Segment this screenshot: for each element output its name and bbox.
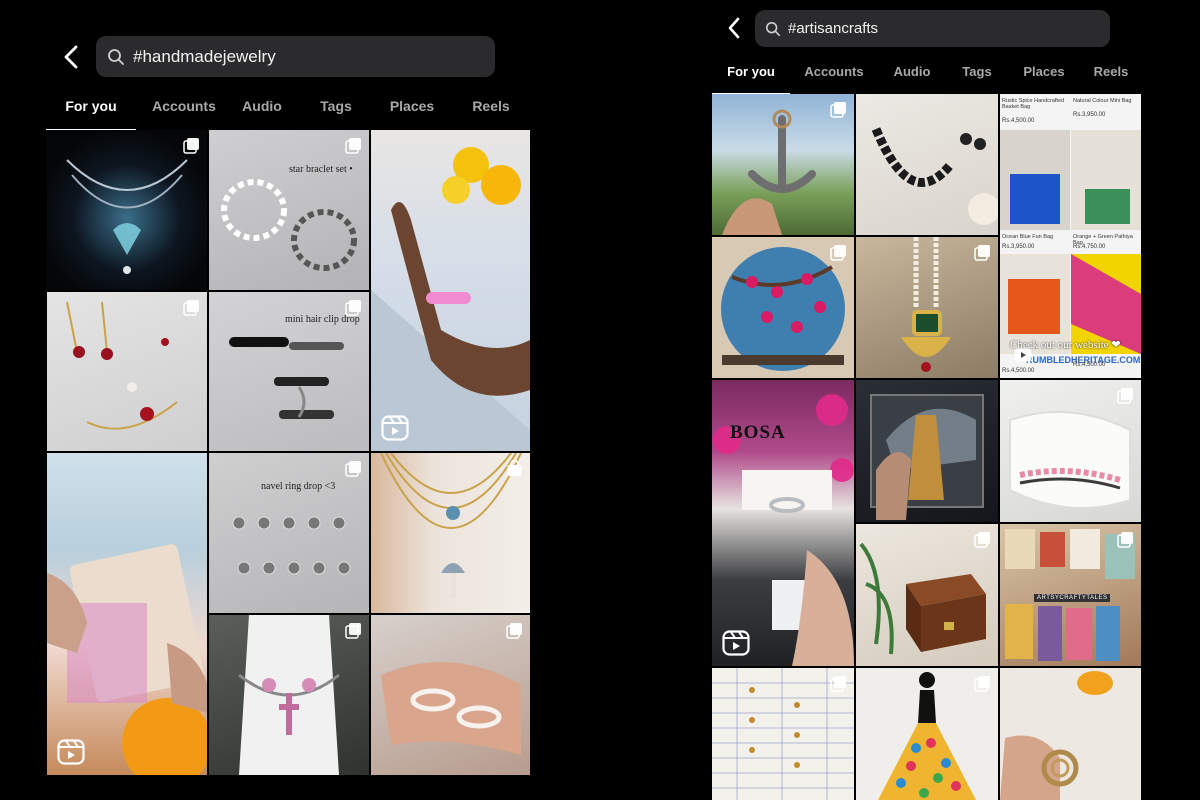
- chevron-left-icon: [64, 45, 78, 69]
- post-handwritten-chart[interactable]: [712, 668, 854, 800]
- tab-accounts[interactable]: Accounts: [790, 60, 878, 94]
- post-brass-tool-lace[interactable]: [856, 380, 998, 522]
- tab-tags[interactable]: Tags: [292, 92, 380, 130]
- shop-bag-icon: [506, 459, 523, 477]
- search-query: #handmadejewelry: [133, 46, 276, 66]
- search-input[interactable]: #artisancrafts: [755, 10, 1110, 47]
- tab-accounts[interactable]: Accounts: [136, 92, 232, 130]
- carousel-icon: [1117, 387, 1134, 404]
- reels-icon: [57, 739, 85, 765]
- tab-places[interactable]: Places: [380, 92, 444, 130]
- carousel-icon: [183, 137, 200, 154]
- product-title: Rustic Spice Handcrafted Basket Bag: [1002, 98, 1065, 110]
- carousel-icon: [345, 137, 362, 154]
- post-overlay-text: navel ring drop <3: [261, 481, 336, 492]
- product-title: Ocean Blue Fun Bag: [1002, 234, 1054, 240]
- post-painted-cherry-blossom-plate[interactable]: [712, 237, 854, 378]
- tab-reels[interactable]: Reels: [444, 92, 538, 130]
- post-mini-hair-clip-drop[interactable]: mini hair clip drop: [209, 292, 369, 451]
- post-crystal-heart-necklace[interactable]: [47, 130, 207, 290]
- post-overlay-text: ARTSYCRAFTYTALES: [1034, 594, 1111, 602]
- carousel-icon: [506, 622, 523, 639]
- search-icon: [755, 10, 791, 47]
- back-button[interactable]: [56, 42, 86, 72]
- carousel-icon: [345, 622, 362, 639]
- brand-logo: BOSA: [730, 422, 786, 443]
- post-wooden-box[interactable]: [856, 524, 998, 666]
- post-holographic-packaging-reel[interactable]: [47, 453, 207, 775]
- product-price: Rs.4,500.00: [1073, 362, 1106, 368]
- carousel-icon: [974, 244, 991, 261]
- tab-for-you[interactable]: For you: [712, 60, 790, 94]
- video-icon: [1014, 348, 1032, 362]
- back-button[interactable]: [720, 14, 748, 42]
- search-tabs: For you Accounts Audio Tags Places Reels: [46, 92, 546, 130]
- post-crochet-pink-edge[interactable]: [1000, 380, 1141, 522]
- left-screen: #handmadejewelry For you Accounts Audio …: [0, 0, 580, 800]
- tab-tags[interactable]: Tags: [946, 60, 1008, 94]
- carousel-icon: [974, 531, 991, 548]
- product-price: Rs.4,500.00: [1002, 368, 1035, 374]
- product-title: Natural Colour Mini Bag: [1073, 98, 1132, 104]
- chevron-left-icon: [728, 17, 740, 39]
- search-tabs: For you Accounts Audio Tags Places Reels: [712, 60, 1142, 94]
- post-overlay-text: star braclet set •: [289, 164, 353, 175]
- post-beaded-rings[interactable]: [371, 615, 530, 775]
- post-quilled-dress[interactable]: [856, 668, 998, 800]
- carousel-icon: [830, 675, 847, 692]
- post-pink-bead-bracelet-reel[interactable]: [371, 130, 530, 451]
- carousel-icon: [830, 101, 847, 118]
- product-price: Rs.4,500.00: [1002, 118, 1035, 124]
- carousel-icon: [830, 244, 847, 261]
- carousel-icon: [183, 299, 200, 316]
- tab-reels[interactable]: Reels: [1080, 60, 1142, 94]
- post-layered-gold-necklaces[interactable]: [371, 453, 530, 613]
- post-artsy-crafty-tales-collage[interactable]: ARTSYCRAFTYTALES: [1000, 524, 1141, 666]
- right-screen: #artisancrafts For you Accounts Audio Ta…: [700, 0, 1200, 800]
- post-star-bracelet-set[interactable]: star braclet set •: [209, 130, 369, 290]
- product-price: Rs.4,750.00: [1073, 244, 1106, 250]
- reels-icon: [722, 630, 750, 656]
- tab-for-you[interactable]: For you: [46, 92, 136, 130]
- search-icon: [96, 36, 136, 77]
- results-grid: Rustic Spice Handcrafted Basket Bag Rs.4…: [712, 94, 1141, 800]
- product-price: Rs.3,950.00: [1002, 244, 1035, 250]
- tab-audio[interactable]: Audio: [878, 60, 946, 94]
- search-query: #artisancrafts: [788, 20, 879, 37]
- post-black-beaded-necklace[interactable]: [856, 94, 998, 235]
- carousel-icon: [974, 675, 991, 692]
- product-price: Rs.3,950.00: [1073, 112, 1106, 118]
- post-navel-ring-drop[interactable]: navel ring drop <3: [209, 453, 369, 613]
- carousel-icon: [345, 460, 362, 477]
- post-pink-cross-choker[interactable]: [209, 615, 369, 775]
- post-anchor-carving[interactable]: [712, 94, 854, 235]
- carousel-icon: [1117, 531, 1134, 548]
- post-bosa-silver-ring-reel[interactable]: BOSA: [712, 380, 854, 666]
- search-input[interactable]: #handmadejewelry: [96, 36, 495, 77]
- post-kundan-pendant[interactable]: [856, 237, 998, 378]
- results-grid: star braclet set • mini hair clip drop n…: [47, 130, 530, 775]
- carousel-icon: [345, 299, 362, 316]
- post-handwoven-bags-catalog[interactable]: Rustic Spice Handcrafted Basket Bag Rs.4…: [1000, 94, 1141, 378]
- tab-audio[interactable]: Audio: [232, 92, 292, 130]
- reels-icon: [381, 415, 409, 441]
- post-red-heart-earrings[interactable]: [47, 292, 207, 451]
- tab-places[interactable]: Places: [1008, 60, 1080, 94]
- post-jute-coaster[interactable]: [1000, 668, 1141, 800]
